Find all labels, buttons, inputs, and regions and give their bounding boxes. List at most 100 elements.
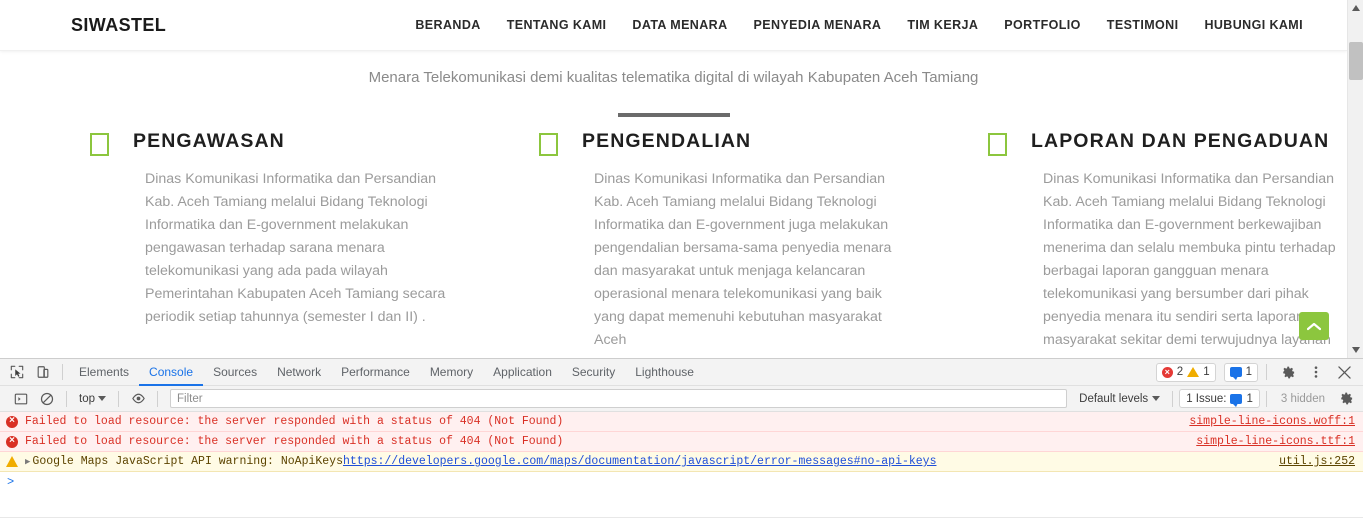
- inspect-element-icon[interactable]: [4, 359, 30, 385]
- console-filter-input[interactable]: [170, 389, 1068, 408]
- expand-arrow-icon[interactable]: ▶: [25, 457, 30, 467]
- card-title: PENGAWASAN: [133, 130, 285, 152]
- log-levels-selector[interactable]: Default levels: [1073, 393, 1166, 405]
- error-circle-icon: ×: [6, 435, 18, 448]
- console-message-url-link[interactable]: https://developers.google.com/maps/docum…: [343, 455, 937, 468]
- page-viewport: SIWASTEL BERANDA TENTANG KAMI DATA MENAR…: [0, 0, 1363, 358]
- error-circle-icon: ×: [1161, 366, 1173, 378]
- site-brand-logo[interactable]: SIWASTEL: [71, 15, 166, 36]
- nav-item-testimoni[interactable]: TESTIMONI: [1107, 18, 1179, 32]
- intro-divider: [617, 113, 730, 117]
- device-toolbar-icon[interactable]: [30, 359, 56, 385]
- console-message-source-link[interactable]: util.js:252: [1279, 455, 1355, 468]
- nav-item-beranda[interactable]: BERANDA: [415, 18, 480, 32]
- intro-section: Menara Telekomunikasi demi kualitas tele…: [0, 51, 1347, 117]
- console-settings-gear-icon[interactable]: [1333, 386, 1359, 412]
- screen: SIWASTEL BERANDA TENTANG KAMI DATA MENAR…: [0, 0, 1363, 518]
- filterbar-divider: [157, 390, 158, 407]
- issues-button[interactable]: 1 Issue: 1: [1179, 389, 1260, 408]
- control-box-icon: [539, 133, 558, 156]
- error-warning-counter[interactable]: × 2 1: [1155, 362, 1216, 382]
- card-header: PENGAWASAN: [0, 128, 431, 156]
- page-scrollbar[interactable]: [1347, 0, 1363, 358]
- scroll-to-top-button[interactable]: [1299, 312, 1329, 340]
- nav-item-portfolio[interactable]: PORTFOLIO: [1004, 18, 1081, 32]
- more-options-icon[interactable]: [1303, 359, 1329, 385]
- tab-network[interactable]: Network: [267, 359, 331, 386]
- chevron-down-icon: [1152, 396, 1161, 401]
- card-title: PENGENDALIAN: [582, 130, 752, 152]
- message-counter[interactable]: 1: [1223, 362, 1258, 382]
- feature-card-pengendalian: PENGENDALIAN Dinas Komunikasi Informatik…: [449, 128, 898, 352]
- error-count: 2: [1176, 366, 1184, 378]
- filterbar-divider: [1265, 390, 1267, 407]
- tab-performance[interactable]: Performance: [331, 359, 420, 386]
- console-sidebar-icon[interactable]: [8, 386, 34, 412]
- nav-item-data-menara[interactable]: DATA MENARA: [632, 18, 727, 32]
- execution-context-label: top: [79, 392, 95, 405]
- console-filterbar: top Default levels 1 Issue: 1: [0, 386, 1363, 412]
- intro-subtitle: Menara Telekomunikasi demi kualitas tele…: [368, 69, 979, 86]
- card-description: Dinas Komunikasi Informatika dan Persand…: [145, 171, 446, 325]
- issue-message-icon: [1229, 367, 1242, 380]
- clear-console-icon[interactable]: [34, 386, 60, 412]
- close-icon[interactable]: [1331, 359, 1357, 385]
- toolbar-divider: [62, 364, 63, 380]
- tab-application[interactable]: Application: [483, 359, 562, 386]
- console-message-row[interactable]: × Failed to load resource: the server re…: [0, 432, 1363, 452]
- console-message-text: Failed to load resource: the server resp…: [25, 435, 564, 448]
- console-message-text: Google Maps JavaScript API warning: NoAp…: [32, 455, 343, 468]
- nav-item-hubungi-kami[interactable]: HUBUNGI KAMI: [1204, 18, 1303, 32]
- hidden-messages-label: 3 hidden: [1280, 392, 1325, 405]
- card-title: LAPORAN DAN PENGADUAN: [1031, 130, 1330, 152]
- console-message-text: Failed to load resource: the server resp…: [25, 415, 564, 428]
- chevron-down-icon: [98, 396, 106, 401]
- filterbar-divider: [118, 390, 119, 407]
- card-description: Dinas Komunikasi Informatika dan Persand…: [594, 171, 892, 348]
- error-circle-icon: ×: [6, 415, 18, 428]
- chevron-up-icon: [1307, 322, 1321, 330]
- tab-memory[interactable]: Memory: [420, 359, 483, 386]
- filterbar-divider: [66, 390, 67, 407]
- settings-gear-icon[interactable]: [1275, 359, 1301, 385]
- feature-card-laporan-dan-pengaduan: LAPORAN DAN PENGADUAN Dinas Komunikasi I…: [898, 128, 1347, 352]
- feature-card-pengawasan: PENGAWASAN Dinas Komunikasi Informatika …: [0, 128, 449, 352]
- scrollbar-thumb[interactable]: [1349, 42, 1363, 80]
- warning-triangle-icon: [6, 456, 18, 467]
- console-prompt[interactable]: >: [0, 472, 1363, 492]
- console-message-source-link[interactable]: simple-line-icons.ttf:1: [1196, 435, 1355, 448]
- console-message-row[interactable]: ▶ Google Maps JavaScript API warning: No…: [0, 452, 1363, 472]
- issues-count: 1: [1246, 392, 1253, 405]
- warning-triangle-icon: [1187, 367, 1200, 377]
- devtools-tabs: Elements Console Sources Network Perform…: [69, 359, 704, 386]
- card-header: LAPORAN DAN PENGADUAN: [898, 128, 1329, 156]
- nav-item-penyedia-menara[interactable]: PENYEDIA MENARA: [754, 18, 882, 32]
- devtools-tabbar-actions: × 2 1 1: [1155, 359, 1363, 385]
- message-count: 1: [1245, 366, 1252, 378]
- execution-context-selector[interactable]: top: [73, 393, 112, 405]
- filterbar-divider: [1172, 390, 1174, 407]
- nav-item-tentang-kami[interactable]: TENTANG KAMI: [507, 18, 607, 32]
- toolbar-divider: [1266, 364, 1267, 380]
- card-header: PENGENDALIAN: [449, 128, 880, 156]
- console-message-row[interactable]: × Failed to load resource: the server re…: [0, 412, 1363, 432]
- site-navbar: SIWASTEL BERANDA TENTANG KAMI DATA MENAR…: [0, 0, 1347, 51]
- console-message-source-link[interactable]: simple-line-icons.woff:1: [1189, 415, 1355, 428]
- tab-console[interactable]: Console: [139, 359, 203, 386]
- console-message-list: × Failed to load resource: the server re…: [0, 412, 1363, 492]
- prompt-caret-icon: >: [7, 475, 15, 489]
- log-levels-label: Default levels: [1079, 392, 1149, 405]
- tab-sources[interactable]: Sources: [203, 359, 267, 386]
- nav-item-tim-kerja[interactable]: TIM KERJA: [907, 18, 978, 32]
- scrollbar-up-arrow-icon[interactable]: [1348, 0, 1363, 16]
- live-expression-icon[interactable]: [125, 386, 151, 412]
- magnifier-box-icon: [90, 133, 109, 156]
- devtools-panel: Elements Console Sources Network Perform…: [0, 358, 1363, 518]
- scrollbar-down-arrow-icon[interactable]: [1348, 342, 1363, 358]
- tab-security[interactable]: Security: [562, 359, 625, 386]
- feature-cards: PENGAWASAN Dinas Komunikasi Informatika …: [0, 128, 1347, 352]
- tab-lighthouse[interactable]: Lighthouse: [625, 359, 704, 386]
- devtools-tabbar: Elements Console Sources Network Perform…: [0, 359, 1363, 386]
- main-navigation: BERANDA TENTANG KAMI DATA MENARA PENYEDI…: [415, 18, 1303, 32]
- tab-elements[interactable]: Elements: [69, 359, 139, 386]
